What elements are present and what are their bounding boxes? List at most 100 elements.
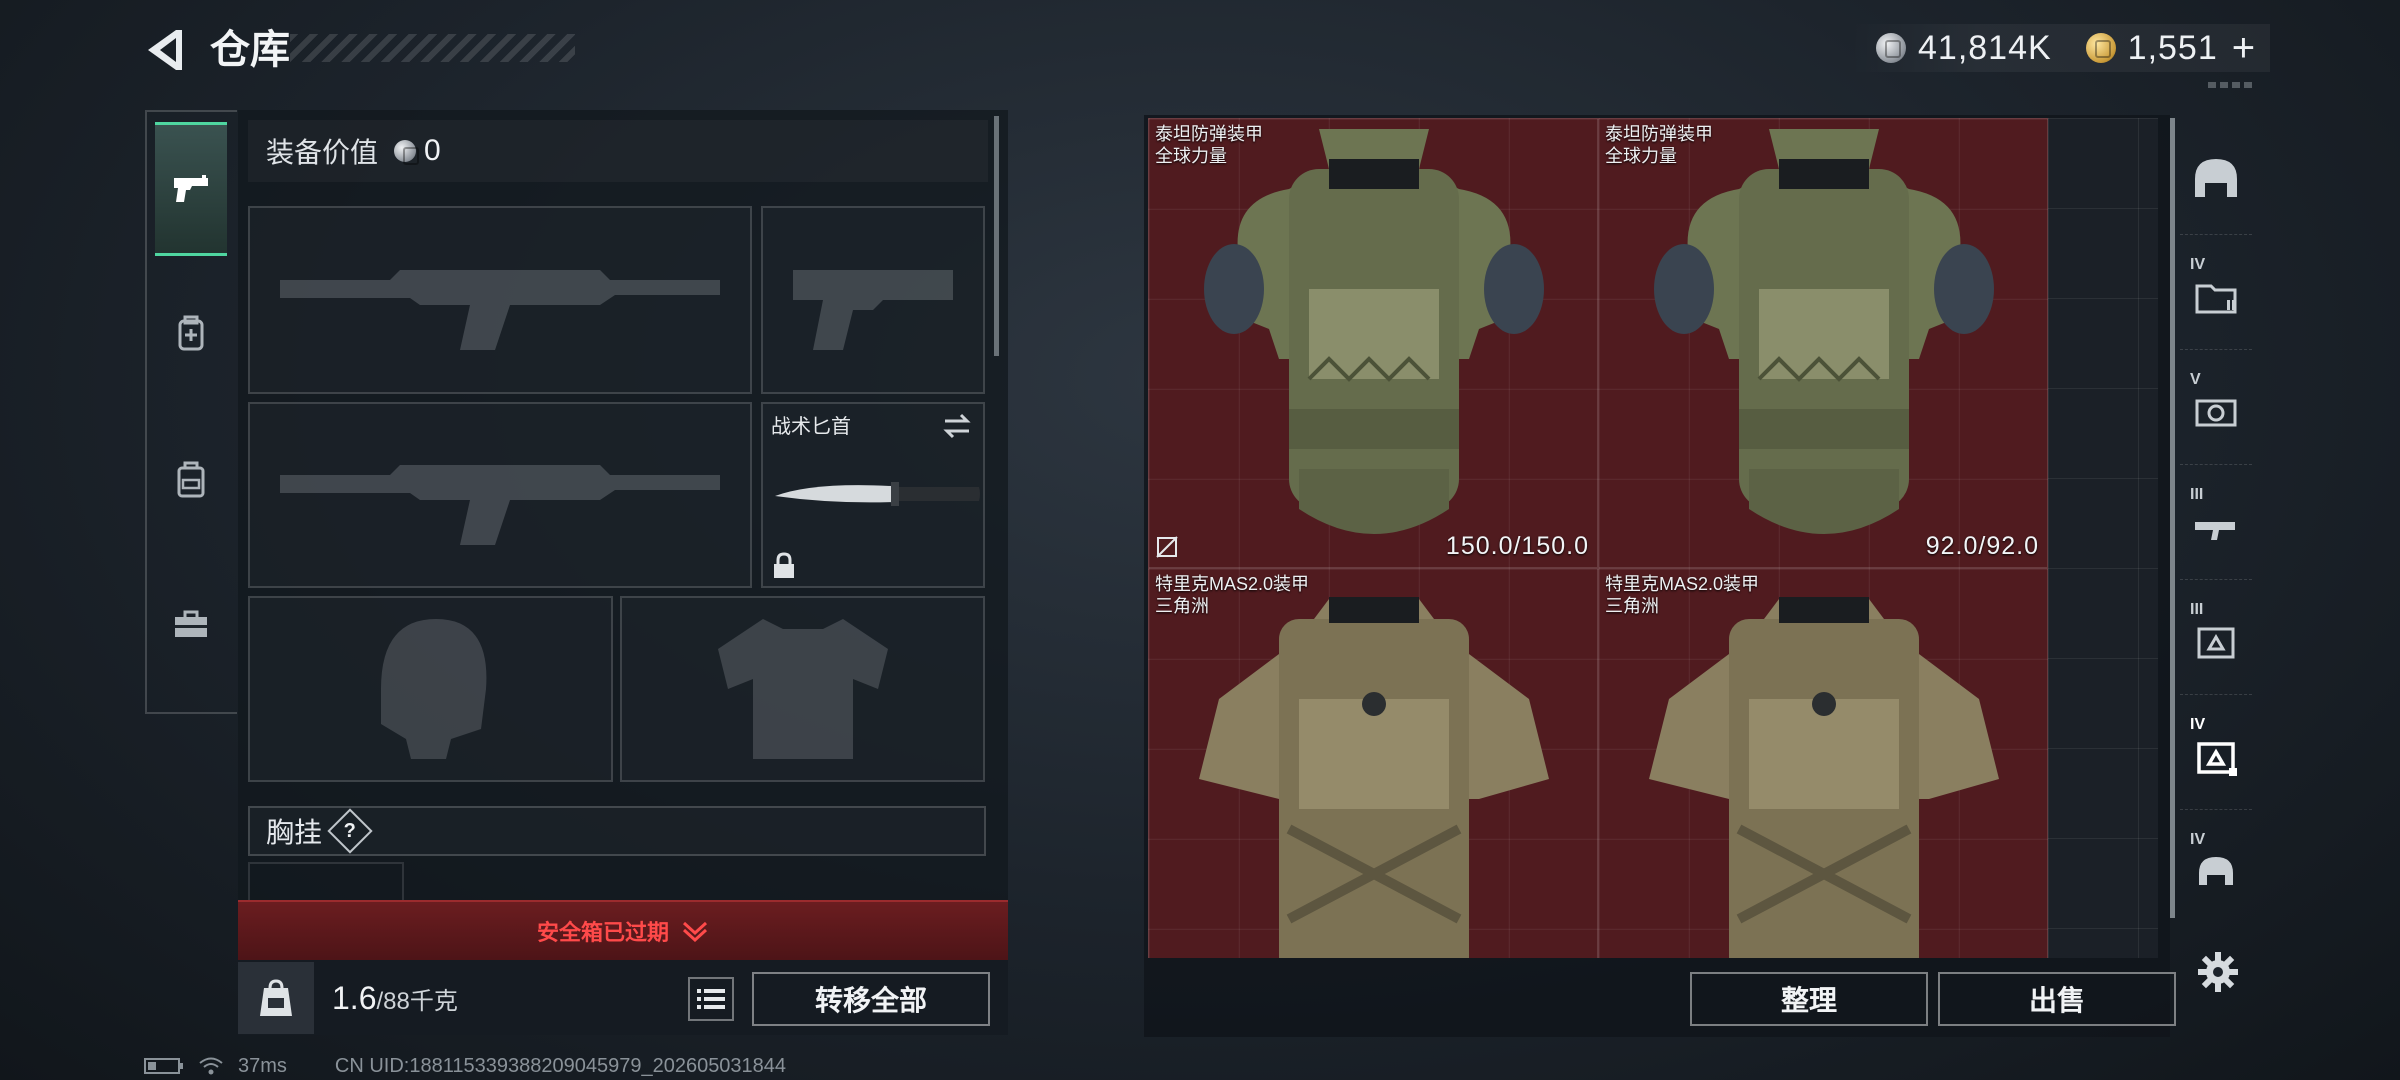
transfer-all-button[interactable]: 转移全部 <box>752 972 990 1026</box>
safebox-expired-bar[interactable]: 安全箱已过期 <box>238 900 1008 960</box>
title-decoration <box>290 34 575 62</box>
chevron-down-icon <box>682 921 708 942</box>
sell-button[interactable]: 出售 <box>1938 972 2176 1026</box>
armor-slot[interactable] <box>620 596 985 782</box>
tier-label: IV <box>2190 256 2206 273</box>
storage-item[interactable]: 特里克MAS2.0装甲 三角洲 <box>1148 568 1598 958</box>
item-name: 特里克MAS2.0装甲 三角洲 <box>1155 573 1309 617</box>
chest-rig-label: 胸挂 <box>266 817 323 848</box>
filter-tab-tier5-camera[interactable]: V <box>2180 355 2252 465</box>
secondary-weapon-slot[interactable] <box>248 402 752 588</box>
back-arrow-icon <box>148 30 182 70</box>
filter-tab-tier4-armor[interactable]: IV <box>2180 700 2252 810</box>
item-brand: 全球力量 <box>1155 146 1227 166</box>
gold-amount: 1,551 <box>2127 28 2218 67</box>
silver-amount: 41,814K <box>1918 28 2052 67</box>
no-insurance-icon <box>1156 536 1178 558</box>
rifle-filter-icon <box>2195 521 2235 540</box>
rifle-silhouette-icon <box>280 270 720 350</box>
currency-bar: 41,814K 1,551 + <box>1850 24 2270 72</box>
storage-item[interactable]: 泰坦防弹装甲 全球力量 150.0/150.0 <box>1148 118 1598 568</box>
battery-icon <box>144 1058 183 1074</box>
chest-rig-slot[interactable] <box>248 862 404 902</box>
pistol-icon <box>174 175 208 202</box>
wifi-icon <box>199 1057 223 1075</box>
item-name-line1: 泰坦防弹装甲 <box>1605 124 1713 144</box>
chest-rig-row: 胸挂 ? <box>248 806 986 856</box>
storage-filter-tabs: IV V III III IV IV <box>2180 115 2252 975</box>
medkit-bag-icon <box>178 315 204 351</box>
silver-coin-icon <box>1876 33 1906 63</box>
weight-text: 1.6/88千克 <box>332 980 458 1017</box>
sidearm-slot[interactable] <box>761 206 985 394</box>
armor-filter-icon <box>2197 627 2235 658</box>
tier-label: IV <box>2190 831 2206 848</box>
weight-max: /88千克 <box>376 988 458 1015</box>
item-brand: 三角洲 <box>1155 596 1209 616</box>
gold-coin-icon <box>2085 33 2116 63</box>
add-currency-button[interactable]: + <box>2232 28 2255 68</box>
storage-item[interactable]: 泰坦防弹装甲 全球力量 92.0/92.0 <box>1598 118 2048 568</box>
tier-label: V <box>2190 371 2201 388</box>
melee-slot[interactable]: 战术匕首 <box>761 402 985 588</box>
list-view-button[interactable] <box>688 977 734 1021</box>
item-name: 泰坦防弹装甲 全球力量 <box>1155 123 1263 167</box>
mas-armor-image <box>1649 597 1999 958</box>
back-button[interactable] <box>140 22 190 78</box>
primary-weapon-slot[interactable] <box>248 206 752 394</box>
folder-filter-icon <box>2195 284 2237 313</box>
helmet-filter-icon <box>2195 158 2237 197</box>
lock-icon <box>774 552 794 578</box>
list-icon <box>697 989 725 1009</box>
helmet-slot[interactable] <box>248 596 613 782</box>
backpack-icon <box>177 461 205 498</box>
safebox-expired-text: 安全箱已过期 <box>536 920 669 945</box>
equip-value-label: 装备价值 <box>266 137 379 168</box>
rifle-silhouette-icon <box>280 465 720 545</box>
tab-weapons[interactable] <box>155 122 227 256</box>
swap-icon[interactable] <box>941 412 973 440</box>
corner-decoration <box>2208 82 2252 88</box>
silver-coin-icon <box>394 140 420 165</box>
filter-tab-tier4-helmet[interactable]: IV <box>2180 815 2252 925</box>
tactical-knife-image <box>775 482 980 506</box>
titan-armor-image <box>1654 129 1994 534</box>
melee-item-name: 战术匕首 <box>771 416 851 438</box>
armor-filter-icon <box>2197 741 2237 776</box>
filter-tab-tier3-weapon[interactable]: III <box>2180 470 2252 580</box>
item-brand: 全球力量 <box>1605 146 1677 166</box>
storage-grid: 泰坦防弹装甲 全球力量 150.0/150.0 泰坦防弹装甲 全球力量 92.0… <box>1148 118 2158 958</box>
mas-armor-image <box>1199 597 1549 958</box>
filter-tab-tier3-armor[interactable]: III <box>2180 585 2252 695</box>
helmet-filter-icon <box>2199 857 2233 885</box>
page-title: 仓库 <box>210 28 290 72</box>
tier-label: III <box>2190 486 2204 503</box>
weight-current: 1.6 <box>332 980 377 1016</box>
tab-backpack[interactable] <box>155 412 227 546</box>
tab-tools[interactable] <box>155 557 227 691</box>
settings-gear-icon[interactable] <box>2196 950 2240 994</box>
filter-tab-tier4-container[interactable]: IV <box>2180 240 2252 350</box>
titan-armor-image <box>1204 129 1544 534</box>
equip-value-row: 装备价值 0 <box>248 120 988 182</box>
helmet-silhouette-icon <box>380 619 486 759</box>
equip-value: 0 <box>424 134 441 167</box>
uid-text: CN UID:188115339388209045979_20260503184… <box>334 1054 787 1077</box>
tab-medical[interactable] <box>155 267 227 401</box>
item-brand: 三角洲 <box>1605 596 1659 616</box>
category-tabs <box>145 110 237 714</box>
storage-item[interactable]: 特里克MAS2.0装甲 三角洲 <box>1598 568 2048 958</box>
storage-scrollbar[interactable] <box>2170 118 2175 918</box>
armor-silhouette-icon <box>717 619 888 759</box>
item-durability: 92.0/92.0 <box>1925 532 2039 560</box>
help-icon[interactable]: ? <box>327 808 373 854</box>
loadout-scrollbar[interactable] <box>994 116 999 356</box>
status-line: 37ms CN UID:188115339388209045979_202605… <box>144 1054 786 1078</box>
sort-button[interactable]: 整理 <box>1690 972 1928 1026</box>
weight-kg-icon <box>260 979 292 1016</box>
ping-text: 37ms <box>238 1054 287 1077</box>
item-name-line1: 特里克MAS2.0装甲 <box>1605 574 1760 594</box>
item-name: 泰坦防弹装甲 全球力量 <box>1605 123 1713 167</box>
tier-label: III <box>2190 601 2204 618</box>
filter-tab-helmet[interactable] <box>2180 125 2252 235</box>
